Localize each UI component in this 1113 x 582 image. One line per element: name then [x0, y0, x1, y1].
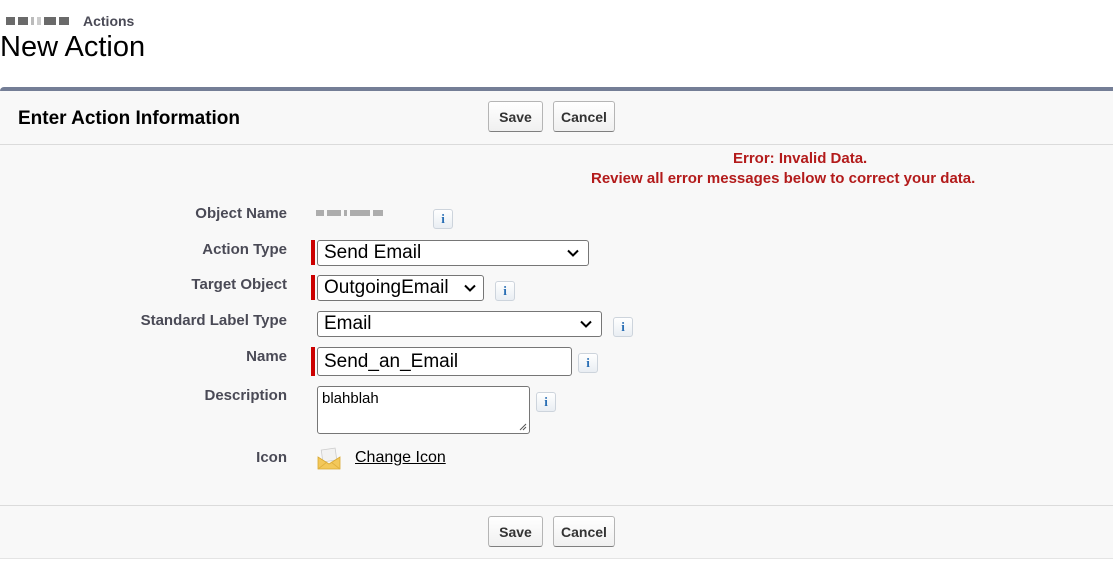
standard-label-type-info-icon[interactable]: i: [613, 317, 633, 337]
description-value: blahblah: [322, 390, 379, 407]
target-object-value: OutgoingEmail: [324, 277, 449, 298]
description-label: Description: [204, 387, 287, 404]
target-object-select[interactable]: OutgoingEmail: [317, 275, 484, 301]
target-object-label: Target Object: [191, 276, 287, 293]
object-name-label: Object Name: [195, 205, 287, 222]
page-title: New Action: [0, 31, 146, 63]
standard-label-type-select[interactable]: Email: [317, 311, 602, 337]
panel-title: Enter Action Information: [18, 108, 241, 129]
standard-label-type-label: Standard Label Type: [140, 312, 287, 329]
target-object-info-icon[interactable]: i: [495, 281, 515, 301]
action-information-panel: Enter Action Information Save Cancel Err…: [0, 87, 1113, 559]
breadcrumb: Actions: [0, 10, 145, 32]
chevron-down-icon: [567, 249, 579, 257]
description-info-icon[interactable]: i: [536, 392, 556, 412]
page-header: Actions New Action: [0, 10, 145, 62]
redacted-logo: [6, 17, 69, 25]
cancel-button-top[interactable]: Cancel: [553, 101, 615, 132]
required-indicator: [311, 240, 315, 265]
panel-footer: Save Cancel: [0, 505, 1113, 558]
name-input[interactable]: Send_an_Email: [317, 347, 572, 376]
save-button-bottom[interactable]: Save: [488, 516, 543, 547]
description-textarea[interactable]: blahblah: [317, 386, 530, 434]
save-button-top[interactable]: Save: [488, 101, 543, 132]
icon-label: Icon: [256, 449, 287, 466]
action-type-select[interactable]: Send Email: [317, 240, 589, 266]
object-name-info-icon[interactable]: i: [433, 209, 453, 229]
name-info-icon[interactable]: i: [578, 353, 598, 373]
panel-header: Enter Action Information Save Cancel: [0, 91, 1113, 145]
standard-label-type-value: Email: [324, 313, 372, 334]
error-message: Review all error messages below to corre…: [591, 170, 976, 187]
breadcrumb-label: Actions: [83, 13, 135, 29]
chevron-down-icon: [580, 320, 592, 328]
error-title: Error: Invalid Data.: [733, 150, 868, 167]
envelope-icon: [317, 447, 341, 470]
required-indicator: [311, 275, 315, 300]
action-type-label: Action Type: [202, 241, 287, 258]
cancel-button-bottom[interactable]: Cancel: [553, 516, 615, 547]
resize-handle-icon[interactable]: [518, 422, 527, 431]
required-indicator: [311, 347, 315, 376]
name-label: Name: [246, 348, 287, 365]
action-type-value: Send Email: [324, 242, 422, 263]
object-name-value-redacted: [316, 210, 383, 216]
change-icon-link[interactable]: Change Icon: [355, 449, 446, 467]
chevron-down-icon: [464, 284, 476, 292]
